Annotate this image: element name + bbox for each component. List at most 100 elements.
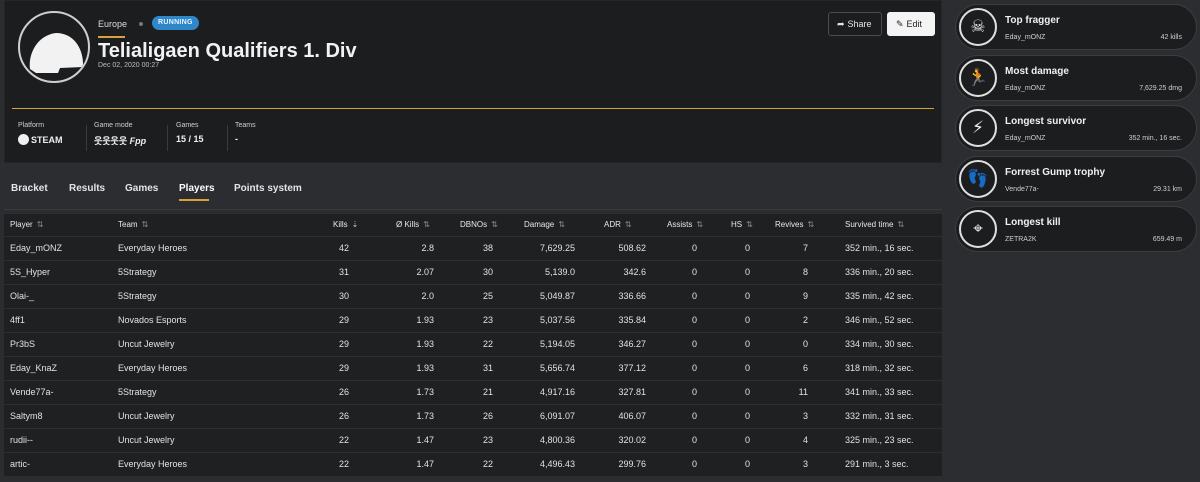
table-row: rudii-- Uncut Jewelry 22 1.47 23 4,800.36 320.…	[4, 428, 942, 452]
trophy-player: Eday_mONZ	[1005, 84, 1046, 92]
cell-hs: 0	[744, 363, 750, 373]
cell-hs: 0	[744, 435, 750, 445]
trophy-card[interactable]: ⌖ Longest kill ZETRA2K 659.49 m	[955, 206, 1197, 252]
cell-hs: 0	[744, 243, 750, 253]
cell-player: Eday_KnaZ	[10, 363, 58, 373]
cell-avg-kills: 1.47	[416, 435, 434, 445]
trophy-player: Eday_mONZ	[1005, 135, 1046, 142]
cell-adr: 342.6	[623, 267, 646, 277]
column-header-hs[interactable]: HS ⇅	[731, 214, 753, 236]
trophy-card[interactable]: 👣 Forrest Gump trophy Vende77a- 29.31 km	[955, 155, 1197, 202]
cell-adr: 377.12	[618, 363, 646, 373]
table-row: Eday_KnaZ Everyday Heroes 29 1.93 31 5,656.74…	[4, 356, 942, 380]
cell-kills: 22	[338, 435, 349, 445]
sort-icon: ⇅	[36, 220, 44, 229]
tab-games[interactable]: Games	[125, 183, 158, 194]
games-label: Games	[176, 122, 199, 129]
crawling-player-icon: 🏃	[959, 58, 997, 97]
page-title: Telialigaen Qualifiers 1. Div	[98, 40, 357, 62]
cell-survived-time: 352 min., 16 sec.	[845, 243, 914, 253]
trophy-card[interactable]: 🏃 Most damage Eday_mONZ 7,629.25 dmg	[955, 54, 1197, 101]
table-row: 4ff1 Novados Esports 29 1.93 23 5,037.56 335.8…	[4, 308, 942, 332]
active-tab-indicator	[179, 199, 209, 201]
trophy-card[interactable]: ⚡ Longest survivor Eday_mONZ 352 min., 16 s…	[955, 105, 1197, 151]
column-header-adr[interactable]: ADR ⇅	[604, 214, 632, 236]
column-label: Survived time	[845, 220, 894, 229]
column-label: Player	[10, 220, 33, 229]
cell-dbnos: 22	[482, 459, 493, 469]
helmet-logo-icon	[18, 11, 90, 83]
cell-team: 5Strategy	[118, 387, 157, 397]
trophy-title: Forrest Gump trophy	[1005, 166, 1106, 178]
share-label: Share	[847, 19, 872, 29]
platform-meta: Platform STEAM	[18, 122, 63, 145]
cell-avg-kills: 2.07	[416, 267, 434, 277]
cell-damage: 5,037.56	[539, 315, 575, 325]
cell-hs: 0	[744, 291, 750, 301]
cell-revives: 4	[802, 435, 808, 445]
cell-kills: 42	[338, 243, 349, 253]
cell-player: 4ff1	[10, 315, 25, 325]
tab-players[interactable]: Players	[179, 183, 215, 194]
cell-dbnos: 22	[482, 339, 493, 349]
table-row: Olai-_ 5Strategy 30 2.0 25 5,049.87 336.66 0 0 9 3…	[4, 284, 942, 308]
cell-survived-time: 341 min., 33 sec.	[845, 387, 914, 397]
column-label: ADR	[604, 220, 621, 229]
share-button[interactable]: ➦ Share	[828, 12, 882, 36]
cell-adr: 336.66	[618, 291, 646, 301]
table-row: artic- Everyday Heroes 22 1.47 22 4,496.43 299…	[4, 452, 942, 476]
cell-survived-time: 335 min., 42 sec.	[845, 291, 914, 301]
cell-avg-kills: 2.0	[421, 291, 434, 301]
cell-survived-time: 332 min., 31 sec.	[845, 411, 914, 421]
platform-label: Platform	[18, 122, 45, 129]
column-header-avg-kills[interactable]: Ø Kills ⇅	[396, 214, 430, 236]
column-header-kills[interactable]: Kills ⇣	[333, 214, 358, 236]
share-icon: ➦	[837, 19, 845, 29]
column-header-assists[interactable]: Assists ⇅	[667, 214, 703, 236]
trophy-card[interactable]: ☠ Top fragger Eday_mONZ 42 kills	[955, 4, 1197, 50]
tournament-date: Dec 02, 2020 00:27	[98, 62, 160, 69]
column-header-survived-time[interactable]: Survived time ⇅	[845, 214, 904, 236]
cell-kills: 26	[338, 387, 349, 397]
tab-points-system[interactable]: Points system	[234, 183, 302, 194]
edit-button[interactable]: ✎ Edit	[887, 12, 935, 36]
cell-assists: 0	[691, 291, 697, 301]
table-row: 5S_Hyper 5Strategy 31 2.07 30 5,139.0 342.6 0 0 8…	[4, 260, 942, 284]
column-header-revives[interactable]: Revives ⇅	[775, 214, 814, 236]
game-mode-value: Fpp	[129, 136, 147, 146]
cell-damage: 5,049.87	[539, 291, 575, 301]
edit-label: Edit	[906, 19, 923, 29]
sort-icon: ⇅	[491, 220, 498, 229]
column-header-team[interactable]: Team ⇅	[118, 214, 148, 236]
cell-hs: 0	[744, 339, 750, 349]
column-header-damage[interactable]: Damage ⇅	[524, 214, 565, 236]
game-mode-meta: Game mode 웃웃웃웃 Fpp	[94, 122, 146, 147]
games-meta: Games 15 / 15	[176, 122, 204, 144]
cell-team: 5Strategy	[118, 267, 157, 277]
cell-dbnos: 21	[482, 387, 493, 397]
cell-adr: 299.76	[618, 459, 646, 469]
game-mode-label: Game mode	[94, 122, 133, 129]
games-value: 15 / 15	[176, 134, 204, 144]
cell-assists: 0	[691, 387, 697, 397]
tab-bracket[interactable]: Bracket	[11, 183, 48, 194]
cell-player: 5S_Hyper	[10, 267, 51, 277]
column-header-player[interactable]: Player ⇅	[10, 214, 43, 236]
sort-icon: ⇅	[141, 220, 149, 229]
table-header: Player ⇅ Team ⇅ Kills ⇣ Ø Kills ⇅ DBNOs ⇅ Dam…	[4, 214, 942, 236]
cell-revives: 3	[802, 459, 808, 469]
column-label: Ø Kills	[396, 220, 420, 229]
cell-team: Everyday Heroes	[118, 243, 188, 253]
cell-kills: 29	[338, 339, 349, 349]
sort-icon: ⇅	[624, 220, 632, 229]
column-label: Assists	[667, 220, 693, 229]
squad-icon: 웃웃웃웃	[94, 136, 128, 146]
pencil-icon: ✎	[896, 19, 904, 29]
cell-survived-time: 318 min., 32 sec.	[845, 363, 914, 373]
cell-dbnos: 25	[482, 291, 493, 301]
column-label: Damage	[524, 220, 555, 229]
tab-results[interactable]: Results	[69, 183, 105, 194]
cell-adr: 508.62	[618, 243, 646, 253]
column-header-dbnos[interactable]: DBNOs ⇅	[460, 214, 498, 236]
trophy-title: Top fragger	[1005, 15, 1060, 26]
